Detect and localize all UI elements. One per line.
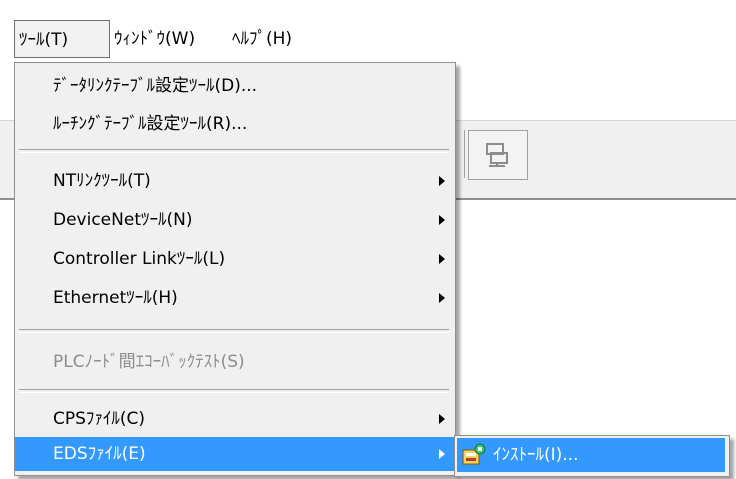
toolbar-button[interactable]	[468, 130, 528, 180]
menu-item-label: ﾙｰﾁﾝｸﾞﾃｰﾌﾞﾙ設定ﾂｰﾙ(R)...	[53, 114, 248, 134]
menu-item-routing-table-tool[interactable]: ﾙｰﾁﾝｸﾞﾃｰﾌﾞﾙ設定ﾂｰﾙ(R)...	[15, 107, 455, 141]
submenu-arrow-icon	[439, 254, 445, 264]
menu-item-label: DeviceNetﾂｰﾙ(N)	[53, 210, 193, 230]
submenu-item-label: ｲﾝｽﾄｰﾙ(I)...	[493, 445, 579, 465]
menu-item-label: PLCﾉｰﾄﾞ間ｴｺｰﾊﾞｯｸﾃｽﾄ(S)	[53, 352, 245, 372]
menu-item-cps-file[interactable]: CPSﾌｧｲﾙ(C)	[15, 402, 455, 436]
menu-separator	[19, 329, 449, 333]
menu-item-nt-link-tool[interactable]: NTﾘﾝｸﾂｰﾙ(T)	[15, 164, 455, 198]
submenu-arrow-icon	[439, 215, 445, 225]
menu-item-label: Controller Linkﾂｰﾙ(L)	[53, 249, 226, 269]
submenu-arrow-icon	[439, 293, 445, 303]
eds-file-submenu: ｲﾝｽﾄｰﾙ(I)...	[454, 435, 730, 477]
menu-bar: ﾂｰﾙ(T) ｳｨﾝﾄﾞｳ(W) ﾍﾙﾌﾟ(H)	[0, 0, 736, 64]
menu-separator	[19, 389, 449, 393]
menu-item-datalink-table-tool[interactable]: ﾃﾞｰﾀﾘﾝｸﾃｰﾌﾞﾙ設定ﾂｰﾙ(D)...	[15, 69, 455, 103]
menu-item-label: ﾃﾞｰﾀﾘﾝｸﾃｰﾌﾞﾙ設定ﾂｰﾙ(D)...	[53, 76, 258, 96]
menu-tools[interactable]: ﾂｰﾙ(T)	[14, 20, 110, 58]
menu-item-devicenet-tool[interactable]: DeviceNetﾂｰﾙ(N)	[15, 203, 455, 237]
install-eds-icon	[462, 443, 486, 465]
menu-item-plc-echoback-test: PLCﾉｰﾄﾞ間ｴｺｰﾊﾞｯｸﾃｽﾄ(S)	[15, 345, 455, 379]
menu-help[interactable]: ﾍﾙﾌﾟ(H)	[228, 20, 330, 58]
submenu-arrow-icon	[439, 176, 445, 186]
submenu-arrow-icon	[439, 449, 445, 459]
menu-item-controller-link-tool[interactable]: Controller Linkﾂｰﾙ(L)	[15, 242, 455, 276]
menu-item-label: NTﾘﾝｸﾂｰﾙ(T)	[53, 171, 151, 191]
menu-item-label: CPSﾌｧｲﾙ(C)	[53, 409, 146, 429]
submenu-item-install[interactable]: ｲﾝｽﾄｰﾙ(I)...	[457, 438, 725, 472]
network-tool-icon	[486, 143, 508, 167]
menu-item-label: EDSﾌｧｲﾙ(E)	[53, 444, 146, 464]
toolbar-separator	[464, 130, 465, 178]
tools-dropdown-menu: ﾃﾞｰﾀﾘﾝｸﾃｰﾌﾞﾙ設定ﾂｰﾙ(D)... ﾙｰﾁﾝｸﾞﾃｰﾌﾞﾙ設定ﾂｰﾙ…	[14, 62, 456, 476]
submenu-arrow-icon	[439, 414, 445, 424]
menu-item-eds-file[interactable]: EDSﾌｧｲﾙ(E)	[15, 437, 455, 471]
menu-separator	[19, 149, 449, 153]
menu-item-ethernet-tool[interactable]: Ethernetﾂｰﾙ(H)	[15, 281, 455, 315]
menu-window[interactable]: ｳｨﾝﾄﾞｳ(W)	[110, 20, 224, 58]
menu-item-label: Ethernetﾂｰﾙ(H)	[53, 288, 178, 308]
